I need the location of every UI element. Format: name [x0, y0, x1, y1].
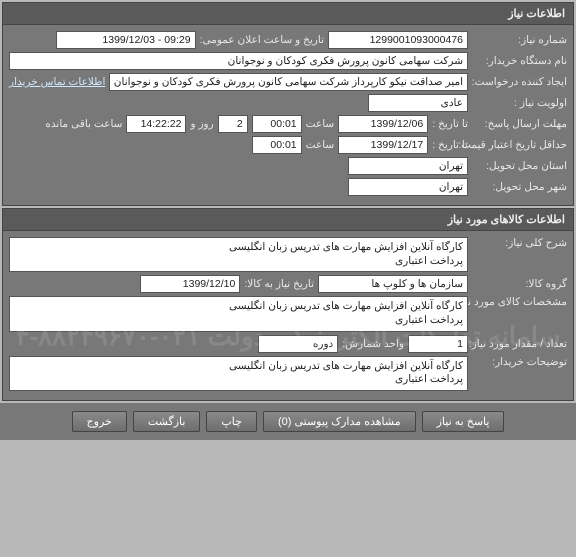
need-number-field[interactable]	[328, 31, 468, 49]
back-button[interactable]: بازگشت	[133, 411, 201, 432]
announce-field[interactable]	[56, 31, 196, 49]
buyer-label: نام دستگاه خریدار:	[472, 55, 567, 67]
need-number-label: شماره نیاز:	[472, 34, 567, 46]
spec-label: مشخصات کالای مورد نیاز:	[472, 296, 567, 308]
buyer-contact-link[interactable]: اطلاعات تماس خریدار	[9, 76, 105, 88]
announce-label: تاریخ و ساعت اعلان عمومی:	[200, 34, 324, 46]
need-date-field[interactable]	[140, 275, 240, 293]
until-time-field[interactable]	[252, 115, 302, 133]
days-label: روز و	[190, 118, 213, 130]
buyer-notes-field[interactable]	[9, 356, 468, 391]
min-credit-until: تا تاریخ :	[432, 139, 468, 151]
creator-field[interactable]	[109, 73, 468, 91]
days-field[interactable]	[218, 115, 248, 133]
creator-label: ایجاد کننده درخواست:	[472, 76, 567, 88]
exit-button[interactable]: خروج	[72, 411, 127, 432]
city-field[interactable]	[348, 178, 468, 196]
goods-info-header: اطلاعات کالاهای مورد نیاز	[3, 209, 573, 231]
need-info-panel: اطلاعات نیاز شماره نیاز: تاریخ و ساعت اع…	[2, 2, 574, 206]
buyer-notes-label: توضیحات خریدار:	[472, 356, 567, 368]
reply-button[interactable]: پاسخ به نیاز	[422, 411, 505, 432]
goods-info-panel: اطلاعات کالاهای مورد نیاز شرح کلی نیاز: …	[2, 208, 574, 401]
qty-label: تعداد / مقدار مورد نیاز:	[472, 338, 567, 350]
priority-label: اولویت نیاز :	[472, 97, 567, 109]
need-info-body: شماره نیاز: تاریخ و ساعت اعلان عمومی: نا…	[3, 25, 573, 205]
buyer-field[interactable]	[9, 52, 468, 70]
time-label-1: ساعت	[306, 118, 335, 130]
hours-label: ساعت باقی مانده	[45, 118, 122, 130]
province-field[interactable]	[348, 157, 468, 175]
hours-field[interactable]	[126, 115, 186, 133]
time-label-2: ساعت	[306, 139, 335, 151]
min-credit-time-field[interactable]	[252, 136, 302, 154]
qty-field[interactable]	[408, 335, 468, 353]
need-date-label: تاریخ نیاز به کالا:	[244, 278, 314, 290]
min-credit-date-field[interactable]	[338, 136, 428, 154]
group-label: گروه کالا:	[472, 278, 567, 290]
min-credit-label: حداقل تاریخ اعتبار قیمت:	[472, 139, 567, 151]
unit-label: واحد شمارش:	[342, 338, 404, 350]
need-info-header: اطلاعات نیاز	[3, 3, 573, 25]
group-field[interactable]	[318, 275, 468, 293]
unit-field[interactable]	[258, 335, 338, 353]
desc-label: شرح کلی نیاز:	[472, 237, 567, 249]
city-label: شهر محل تحویل:	[472, 181, 567, 193]
until-date-field[interactable]	[338, 115, 428, 133]
deadline-label: مهلت ارسال پاسخ:	[472, 118, 567, 130]
desc-field[interactable]	[9, 237, 468, 272]
spec-field[interactable]	[9, 296, 468, 331]
attachments-button[interactable]: مشاهده مدارک پیوستی (0)	[263, 411, 416, 432]
footer-bar: پاسخ به نیاز مشاهده مدارک پیوستی (0) چاپ…	[0, 403, 576, 440]
province-label: استان محل تحویل:	[472, 160, 567, 172]
until-label: تا تاریخ :	[432, 118, 468, 130]
priority-field[interactable]	[368, 94, 468, 112]
goods-info-body: شرح کلی نیاز: گروه کالا: تاریخ نیاز به ک…	[3, 231, 573, 400]
print-button[interactable]: چاپ	[206, 411, 257, 432]
